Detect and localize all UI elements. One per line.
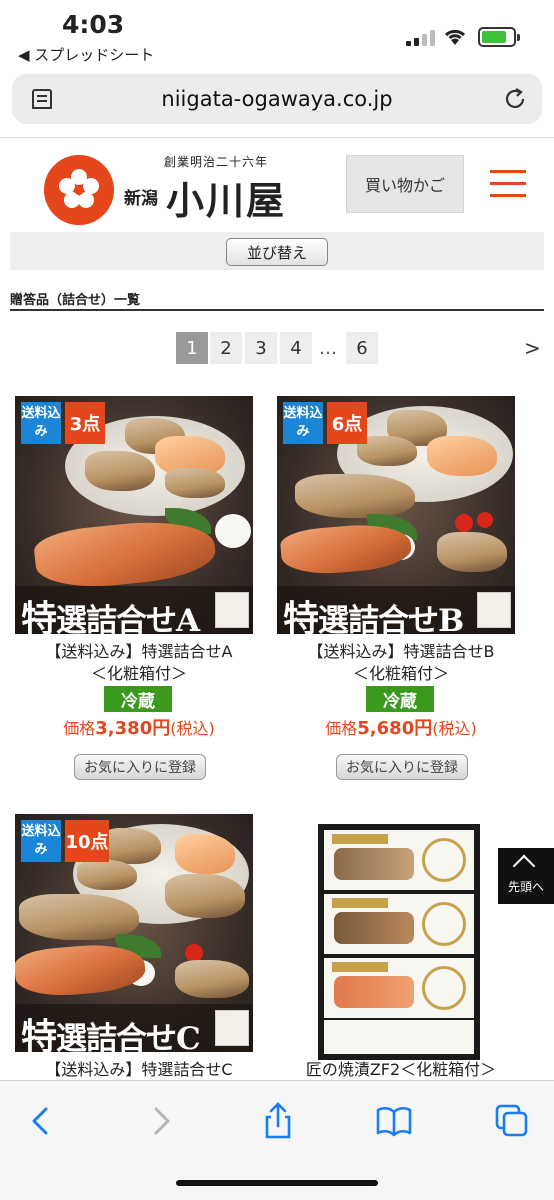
- page-ellipsis: …: [319, 337, 337, 359]
- free-shipping-badge: 送料込み: [21, 402, 61, 444]
- logo-name-text[interactable]: 小川屋: [166, 170, 286, 225]
- product-price: 価格3,380円(税込): [8, 714, 270, 740]
- price-label: 価格: [325, 719, 358, 738]
- product-image[interactable]: 送料込み 6点 特選詰合せB: [277, 396, 515, 634]
- product-banner: 特選詰合せB: [277, 586, 515, 634]
- product-name-line1[interactable]: 【送料込み】特選詰合せA: [8, 641, 270, 663]
- item-count-badge: 10点: [65, 820, 109, 862]
- product-image[interactable]: 送料込み 10点 特選詰合せC: [15, 814, 253, 1052]
- next-page-link[interactable]: >: [524, 336, 541, 360]
- status-time: 4:03: [62, 10, 125, 39]
- price-value: 3,380円: [95, 718, 171, 739]
- reload-icon[interactable]: [502, 86, 528, 112]
- gift-box-icon: [215, 1010, 249, 1046]
- cart-button[interactable]: 買い物かご: [346, 155, 464, 213]
- price-tax: (税込): [170, 719, 215, 738]
- banner-title: 選詰合せB: [318, 603, 464, 634]
- forward-arrow-icon[interactable]: [140, 1101, 180, 1141]
- product-name[interactable]: 【送料込み】特選詰合せA ＜化粧箱付＞: [8, 641, 270, 685]
- back-to-app-link[interactable]: ◀ スプレッドシート: [18, 44, 154, 65]
- product-name-line2[interactable]: ＜化粧箱付＞: [8, 663, 270, 685]
- gift-box-icon: [215, 592, 249, 628]
- home-indicator: [176, 1180, 378, 1186]
- banner-title-initial: 特: [21, 598, 57, 634]
- logo-established-text: 創業明治二十六年: [164, 155, 269, 169]
- address-bar[interactable]: niigata-ogawaya.co.jp: [12, 74, 542, 124]
- back-to-top-label: 先頭へ: [507, 880, 544, 894]
- brand-crest-icon[interactable]: [44, 155, 114, 225]
- banner-title-initial: 特: [283, 598, 319, 634]
- product-banner: 特選詰合せA: [15, 586, 253, 634]
- price-value: 5,680円: [357, 718, 433, 739]
- price-tax: (税込): [432, 719, 477, 738]
- status-bar: 4:03 ◀ スプレッドシート: [0, 0, 554, 66]
- page-link-2[interactable]: 2: [210, 332, 242, 364]
- page-link-1[interactable]: 1: [176, 332, 208, 364]
- back-arrow-icon[interactable]: [22, 1101, 62, 1141]
- price-label: 価格: [63, 719, 96, 738]
- add-to-favorites-button[interactable]: お気に入りに登録: [74, 754, 206, 780]
- section-title: 贈答品（詰合せ）一覧: [10, 293, 141, 308]
- battery-icon: [478, 27, 520, 47]
- product-name[interactable]: 【送料込み】特選詰合せB ＜化粧箱付＞: [270, 641, 532, 685]
- tabs-icon[interactable]: [492, 1101, 532, 1141]
- sort-button[interactable]: 並び替え: [226, 238, 328, 266]
- gift-box-icon: [477, 592, 511, 628]
- product-name-line2[interactable]: ＜化粧箱付＞: [270, 663, 532, 685]
- section-rule: [10, 309, 544, 311]
- header-divider: [0, 137, 554, 138]
- item-count-badge: 3点: [65, 402, 105, 444]
- cellular-signal-icon: [406, 30, 436, 46]
- bookmarks-icon[interactable]: [374, 1101, 414, 1141]
- banner-title-initial: 特: [21, 1016, 57, 1052]
- product-image[interactable]: 送料込み 3点 特選詰合せA: [15, 396, 253, 634]
- hamburger-menu-icon[interactable]: [490, 170, 526, 198]
- refrigerated-badge: 冷蔵: [104, 686, 172, 712]
- refrigerated-badge: 冷蔵: [366, 686, 434, 712]
- url-text[interactable]: niigata-ogawaya.co.jp: [12, 87, 542, 111]
- product-name[interactable]: 【送料込み】特選詰合せC: [8, 1059, 270, 1081]
- share-icon[interactable]: [258, 1101, 298, 1141]
- chevron-up-icon: [512, 854, 536, 878]
- page-link-6[interactable]: 6: [346, 332, 378, 364]
- back-to-top-button[interactable]: 先頭へ: [498, 848, 554, 904]
- wifi-icon: [444, 29, 466, 45]
- page-link-4[interactable]: 4: [280, 332, 312, 364]
- free-shipping-badge: 送料込み: [283, 402, 323, 444]
- product-price: 価格5,680円(税込): [270, 714, 532, 740]
- product-banner: 特選詰合せC: [15, 1004, 253, 1052]
- banner-title: 選詰合せC: [56, 1021, 201, 1052]
- product-name[interactable]: 匠の焼漬ZF2＜化粧箱付＞: [270, 1059, 532, 1081]
- page-link-3[interactable]: 3: [245, 332, 277, 364]
- item-count-badge: 6点: [327, 402, 367, 444]
- product-name-line1[interactable]: 【送料込み】特選詰合せB: [270, 641, 532, 663]
- banner-title: 選詰合せA: [56, 603, 200, 634]
- product-image[interactable]: [318, 824, 480, 1060]
- logo-prefix-text: 新潟: [124, 189, 158, 209]
- add-to-favorites-button[interactable]: お気に入りに登録: [336, 754, 468, 780]
- free-shipping-badge: 送料込み: [21, 820, 61, 862]
